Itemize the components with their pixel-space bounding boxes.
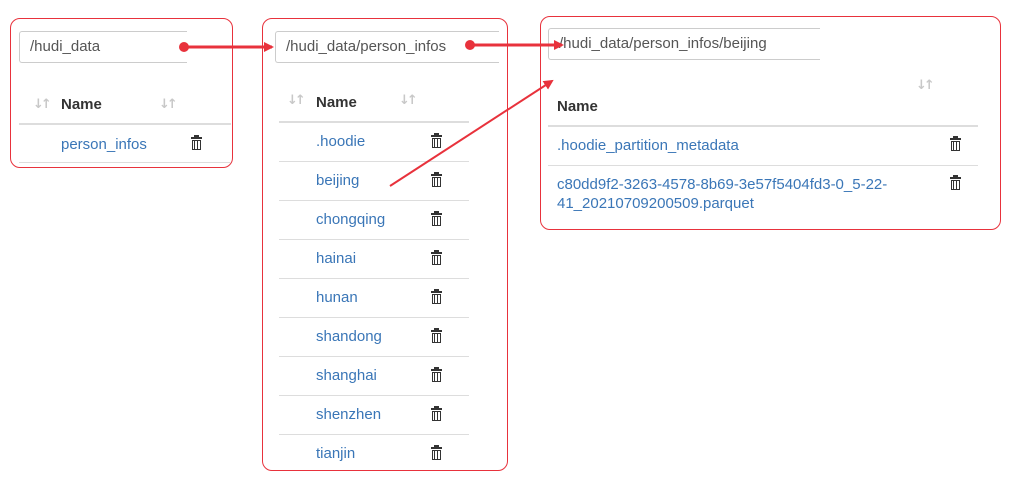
table-row: hainai — [279, 240, 469, 279]
panel-hudi-data: /hudi_data ↓↑ Name ↓↑ person_infos — [10, 18, 233, 168]
file-link[interactable]: shanghai — [316, 367, 377, 384]
file-link[interactable]: tianjin — [316, 445, 355, 462]
trash-icon[interactable] — [191, 135, 202, 150]
file-link[interactable]: chongqing — [316, 211, 385, 228]
sort-icon[interactable]: ↓↑ — [33, 97, 52, 112]
table-row: chongqing — [279, 201, 469, 240]
file-link[interactable]: c80dd9f2-3263-4578-8b69-3e57f5404fd3-0_5… — [557, 176, 887, 193]
file-link[interactable]: .hoodie — [316, 133, 365, 150]
trash-icon[interactable] — [950, 175, 961, 190]
file-link[interactable]: person_infos — [61, 136, 147, 153]
table-row: hunan — [279, 279, 469, 318]
sort-icon[interactable]: ↓↑ — [399, 93, 418, 108]
file-link[interactable]: .hoodie_partition_metadata — [557, 137, 739, 154]
file-link[interactable]: beijing — [316, 172, 359, 189]
trash-icon[interactable] — [431, 289, 442, 304]
panel-person-infos: /hudi_data/person_infos ↓↑ Name ↓↑ .hood… — [262, 18, 508, 471]
file-table: ↓↑ Name ↓↑ .hoodie beijing chongqing hai… — [279, 83, 469, 474]
file-link[interactable]: shandong — [316, 328, 382, 345]
file-link[interactable]: hunan — [316, 289, 358, 306]
trash-icon[interactable] — [431, 406, 442, 421]
table-row: .hoodie_partition_metadata — [548, 127, 978, 166]
sort-icon[interactable]: ↓↑ — [916, 78, 935, 93]
sort-icon[interactable]: ↓↑ — [159, 97, 178, 112]
table-header: ↓↑ Name ↓↑ — [19, 85, 231, 125]
column-header-name[interactable]: Name — [557, 98, 598, 115]
table-row: beijing — [279, 162, 469, 201]
path-field[interactable]: /hudi_data/person_infos — [275, 31, 499, 63]
trash-icon[interactable] — [431, 211, 442, 226]
file-link[interactable]: shenzhen — [316, 406, 381, 423]
file-link-continued[interactable]: 41_20210709200509.parquet — [557, 195, 754, 212]
trash-icon[interactable] — [431, 367, 442, 382]
trash-icon[interactable] — [431, 250, 442, 265]
table-header: ↓↑ Name ↓↑ — [279, 83, 469, 123]
trash-icon[interactable] — [950, 136, 961, 151]
table-row: shanghai — [279, 357, 469, 396]
table-row: person_infos — [19, 125, 231, 163]
trash-icon[interactable] — [431, 172, 442, 187]
panel-beijing: /hudi_data/person_infos/beijing Name ↓↑ … — [540, 16, 1001, 230]
file-table: ↓↑ Name ↓↑ person_infos — [19, 85, 231, 163]
path-field[interactable]: /hudi_data — [19, 31, 187, 63]
file-table: Name ↓↑ .hoodie_partition_metadata c80dd… — [548, 73, 978, 216]
trash-icon[interactable] — [431, 445, 442, 460]
table-row: shandong — [279, 318, 469, 357]
path-field[interactable]: /hudi_data/person_infos/beijing — [548, 28, 820, 60]
table-row: .hoodie — [279, 123, 469, 162]
table-row: tianjin — [279, 435, 469, 474]
file-link[interactable]: hainai — [316, 250, 356, 267]
sort-icon[interactable]: ↓↑ — [287, 93, 306, 108]
column-header-name[interactable]: Name — [316, 94, 357, 111]
table-row: shenzhen — [279, 396, 469, 435]
column-header-name[interactable]: Name — [61, 96, 102, 113]
trash-icon[interactable] — [431, 133, 442, 148]
table-header: Name ↓↑ — [548, 73, 978, 127]
trash-icon[interactable] — [431, 328, 442, 343]
table-row: c80dd9f2-3263-4578-8b69-3e57f5404fd3-0_5… — [548, 166, 978, 216]
